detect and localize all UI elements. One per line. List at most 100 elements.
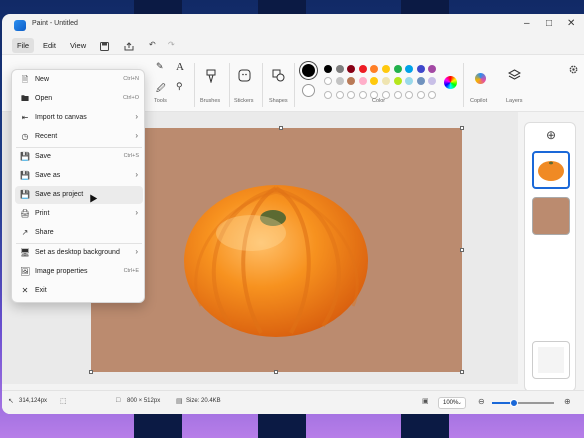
secondary-color[interactable] bbox=[302, 84, 315, 97]
menu-item-label: Open bbox=[35, 95, 53, 102]
resize-handle[interactable] bbox=[274, 370, 278, 374]
minimize-button[interactable]: – bbox=[524, 18, 530, 30]
menu-item-exit[interactable]: ✕ Exit bbox=[15, 282, 143, 300]
layer-thumbnail-pumpkin[interactable] bbox=[532, 151, 570, 189]
color-swatch[interactable] bbox=[358, 77, 367, 85]
menu-view[interactable]: View bbox=[65, 38, 91, 53]
add-layer-icon[interactable]: ⊕ bbox=[546, 129, 556, 141]
menu-item-label: Save bbox=[35, 153, 51, 160]
custom-color-slot[interactable] bbox=[416, 91, 425, 99]
status-bar: ↖ 314,124px ⬚ □ 800 × 512px ▤ Size: 20.4… bbox=[2, 390, 584, 414]
color-swatch[interactable] bbox=[382, 65, 390, 73]
title-bar: Paint - Untitled – □ ✕ bbox=[2, 14, 584, 36]
color-swatch[interactable] bbox=[324, 77, 332, 85]
zoom-out-icon[interactable]: ⊖ bbox=[478, 397, 485, 406]
color-swatch[interactable] bbox=[416, 77, 425, 85]
menu-item-import-to-canvas[interactable]: ⇤ Import to canvas › bbox=[15, 109, 143, 127]
layer-thumbnail-empty[interactable] bbox=[532, 341, 570, 379]
menu-item-label: Share bbox=[35, 229, 54, 236]
custom-color-slot[interactable] bbox=[358, 91, 367, 99]
color-swatch[interactable] bbox=[347, 77, 356, 85]
color-swatch[interactable] bbox=[335, 65, 344, 73]
share-icon: ↗ bbox=[21, 228, 29, 237]
custom-color-slot[interactable] bbox=[324, 91, 332, 99]
custom-color-slot[interactable] bbox=[405, 91, 414, 99]
redo-icon[interactable]: ↷ bbox=[168, 40, 175, 49]
color-swatch[interactable] bbox=[416, 65, 425, 73]
menu-item-save-as[interactable]: 💾 Save as › bbox=[15, 167, 143, 185]
drawing-canvas[interactable] bbox=[91, 128, 462, 372]
primary-color[interactable] bbox=[302, 64, 315, 77]
resize-handle[interactable] bbox=[460, 126, 464, 130]
divider bbox=[262, 63, 263, 107]
menu-item-label: Set as desktop background bbox=[35, 249, 120, 256]
undo-icon[interactable]: ↶ bbox=[149, 40, 156, 49]
window-title: Paint - Untitled bbox=[32, 20, 78, 27]
menu-item-save-as-project[interactable]: 💾 Save as project bbox=[15, 186, 143, 204]
pointer-icon: ↖ bbox=[8, 398, 14, 405]
close-button[interactable]: ✕ bbox=[567, 18, 575, 30]
zoom-slider-thumb[interactable] bbox=[509, 399, 518, 407]
color-swatch[interactable] bbox=[382, 77, 390, 85]
share-icon[interactable] bbox=[124, 42, 134, 51]
color-swatch[interactable] bbox=[324, 65, 332, 73]
menu-edit[interactable]: Edit bbox=[38, 38, 61, 53]
color-swatch[interactable] bbox=[370, 65, 379, 73]
zoom-in-icon[interactable]: ⊕ bbox=[564, 397, 571, 406]
color-swatch[interactable] bbox=[428, 77, 437, 85]
copilot-icon[interactable] bbox=[475, 73, 486, 84]
resize-handle[interactable] bbox=[89, 370, 93, 374]
custom-color-slot[interactable] bbox=[428, 91, 437, 99]
layers-panel: ⊕ bbox=[524, 122, 576, 392]
menu-item-recent[interactable]: ◷ Recent › bbox=[15, 128, 143, 146]
maximize-button[interactable]: □ bbox=[546, 18, 552, 30]
menu-item-new[interactable]: 🗎 New Ctrl+N bbox=[15, 71, 143, 89]
selection-icon: ⬚ bbox=[60, 398, 67, 405]
color-swatch[interactable] bbox=[393, 65, 402, 73]
brush-icon[interactable] bbox=[205, 69, 217, 83]
custom-color-slot[interactable] bbox=[347, 91, 356, 99]
color-picker-icon[interactable]: 🖉 bbox=[156, 81, 166, 97]
shapes-icon[interactable] bbox=[272, 69, 285, 82]
custom-color-slot[interactable] bbox=[393, 91, 402, 99]
folder-icon: 🖿 bbox=[21, 94, 29, 103]
color-swatch[interactable] bbox=[405, 65, 414, 73]
color-swatch[interactable] bbox=[405, 77, 414, 85]
brushes-label: Brushes bbox=[200, 98, 221, 104]
color-swatch[interactable] bbox=[335, 77, 344, 85]
cursor-position: 314,124px bbox=[19, 398, 48, 404]
color-swatch[interactable] bbox=[370, 77, 379, 85]
color-swatch[interactable] bbox=[393, 77, 402, 85]
save-icon[interactable] bbox=[100, 42, 109, 51]
layers-icon[interactable] bbox=[508, 69, 521, 82]
resize-handle[interactable] bbox=[460, 248, 464, 252]
edit-colors-icon[interactable] bbox=[444, 76, 457, 89]
menu-item-print[interactable]: 🖨 Print › bbox=[15, 205, 143, 223]
color-swatch[interactable] bbox=[347, 65, 356, 73]
menu-file[interactable]: File bbox=[12, 38, 35, 53]
menu-item-save[interactable]: 💾 Save Ctrl+S bbox=[15, 148, 143, 166]
settings-icon[interactable] bbox=[569, 65, 578, 74]
menu-item-image-properties[interactable]: 🖼 Image properties Ctrl+E bbox=[15, 263, 143, 281]
fit-to-window-icon[interactable]: ▣ bbox=[422, 397, 429, 405]
menu-item-set-as-desktop-background[interactable]: 🖥 Set as desktop background › bbox=[15, 244, 143, 262]
magnifier-icon[interactable]: ⚲ bbox=[176, 81, 183, 92]
color-swatch[interactable] bbox=[358, 65, 367, 73]
pencil-icon[interactable]: ✎ bbox=[156, 61, 164, 72]
shapes-label: Shapes bbox=[269, 98, 288, 104]
menu-item-share[interactable]: ↗ Share bbox=[15, 224, 143, 242]
zoom-slider[interactable] bbox=[492, 399, 554, 407]
new-file-icon: 🗎 bbox=[21, 75, 29, 84]
zoom-dropdown[interactable]: 100% ⌄ bbox=[438, 397, 466, 409]
color-swatch[interactable] bbox=[428, 65, 437, 73]
resize-handle[interactable] bbox=[460, 370, 464, 374]
custom-color-slot[interactable] bbox=[335, 91, 344, 99]
text-tool-icon[interactable]: A bbox=[176, 61, 184, 73]
printer-icon: 🖨 bbox=[20, 209, 31, 218]
menu-item-open[interactable]: 🖿 Open Ctrl+O bbox=[15, 90, 143, 108]
layer-thumbnail-background[interactable] bbox=[532, 197, 570, 235]
menu-item-label: New bbox=[35, 76, 50, 83]
import-icon: ⇤ bbox=[21, 113, 29, 122]
resize-handle[interactable] bbox=[279, 126, 283, 130]
sticker-icon[interactable] bbox=[238, 69, 251, 82]
